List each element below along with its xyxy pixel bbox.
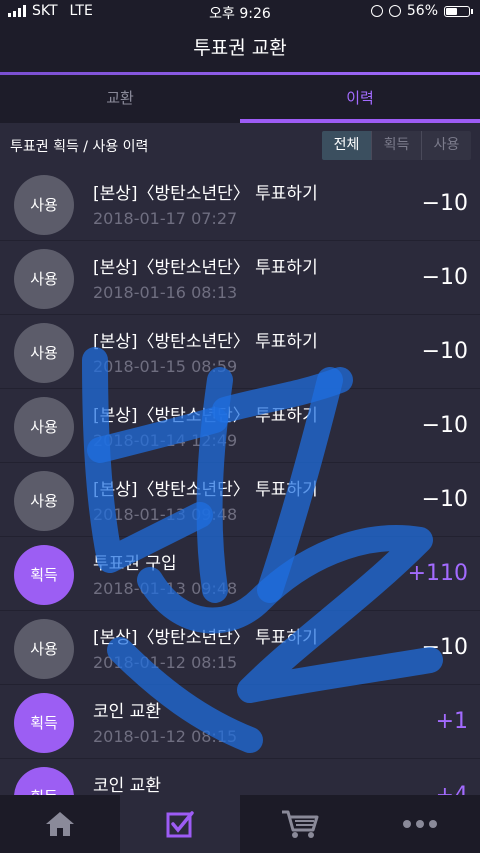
status-right: 56% [370,3,473,19]
history-item-title: [본상]〈방탄소년단〉 투표하기 [93,406,318,426]
history-item-amount: −10 [421,413,468,438]
use-badge: 사용 [14,397,74,457]
history-item-amount: −10 [421,487,468,512]
page-title: 투표권 교환 [0,24,480,73]
filter-gain-button[interactable]: 획득 [371,131,421,160]
tab-history[interactable]: 이력 [240,75,480,123]
history-item[interactable]: 사용 [본상]〈방탄소년단〉 투표하기 2018-01-17 07:27 −10 [0,167,480,241]
tab-exchange[interactable]: 교환 [0,75,240,123]
history-item[interactable]: 사용 [본상]〈방탄소년단〉 투표하기 2018-01-15 08:59 −10 [0,315,480,389]
history-item-date: 2018-01-15 08:59 [93,357,238,376]
history-item-date: 2018-01-13 09:48 [93,579,238,598]
gain-badge: 획득 [14,767,74,795]
history-item-amount: −10 [421,635,468,660]
battery-percent: 56% [406,3,438,19]
history-item-title: [본상]〈방탄소년단〉 투표하기 [93,628,318,648]
history-list[interactable]: 사용 [본상]〈방탄소년단〉 투표하기 2018-01-17 07:27 −10 사용 [… [0,167,480,795]
history-section-title: 투표권 획득 / 사용 이력 [10,139,149,155]
history-item-date: 2018-01-12 08:15 [93,653,238,672]
filter-all-button[interactable]: 전체 [322,131,371,160]
history-item[interactable]: 사용 [본상]〈방탄소년단〉 투표하기 2018-01-14 12:49 −10 [0,389,480,463]
history-item-amount: −10 [421,339,468,364]
history-item-amount: +4 [436,783,468,795]
history-item-title: 코인 교환 [93,776,161,795]
rotation-lock-icon [370,5,383,17]
use-badge: 사용 [14,471,74,531]
history-item-date: 2018-01-17 07:27 [93,209,238,228]
history-item-title: 투표권 구입 [93,554,177,574]
history-item-amount: +1 [435,709,468,734]
filter-use-button[interactable]: 사용 [421,131,471,160]
history-item-title: [본상]〈방탄소년단〉 투표하기 [93,332,318,352]
use-badge: 사용 [14,323,74,383]
history-item-date: 2018-01-16 08:13 [93,283,238,302]
more-icon [403,820,437,828]
history-item-title: [본상]〈방탄소년단〉 투표하기 [93,184,318,204]
history-item-amount: −10 [421,191,468,216]
gain-badge: 획득 [14,693,74,753]
history-item-amount: −10 [421,265,468,290]
history-item[interactable]: 획득 투표권 구입 2018-01-13 09:48 +110 [0,537,480,611]
history-item-date: 2018-01-12 08:15 [93,727,238,746]
history-item-title: 코인 교환 [93,702,161,722]
history-item-title: [본상]〈방탄소년단〉 투표하기 [93,258,318,278]
history-item-title: [본상]〈방탄소년단〉 투표하기 [93,480,318,500]
cart-icon [282,810,319,838]
history-item-date: 2018-01-13 09:48 [93,505,238,524]
nav-shop[interactable] [240,795,360,853]
alarm-icon [388,5,401,17]
filter-segmented-control: 전체 획득 사용 [322,131,471,160]
history-item[interactable]: 획득 코인 교환 +4 [0,759,480,795]
history-item[interactable]: 획득 코인 교환 2018-01-12 08:15 +1 [0,685,480,759]
nav-vote[interactable] [120,795,240,853]
use-badge: 사용 [14,175,74,235]
nav-home[interactable] [0,795,120,853]
filter-row: 투표권 획득 / 사용 이력 전체 획득 사용 [0,123,480,167]
history-item[interactable]: 사용 [본상]〈방탄소년단〉 투표하기 2018-01-13 09:48 −10 [0,463,480,537]
use-badge: 사용 [14,249,74,309]
vote-check-icon [166,811,194,838]
nav-more[interactable] [360,795,480,853]
history-item[interactable]: 사용 [본상]〈방탄소년단〉 투표하기 2018-01-16 08:13 −10 [0,241,480,315]
battery-icon [444,5,473,17]
tab-bar: 교환 이력 [0,75,480,123]
home-icon [46,812,74,836]
use-badge: 사용 [14,619,74,679]
bottom-navigation [0,795,480,853]
history-item-date: 2018-01-14 12:49 [93,431,238,450]
history-item-amount: +110 [407,561,468,586]
history-item[interactable]: 사용 [본상]〈방탄소년단〉 투표하기 2018-01-12 08:15 −10 [0,611,480,685]
gain-badge: 획득 [14,545,74,605]
status-bar: SKT LTE 오후 9:26 56% [0,0,480,24]
